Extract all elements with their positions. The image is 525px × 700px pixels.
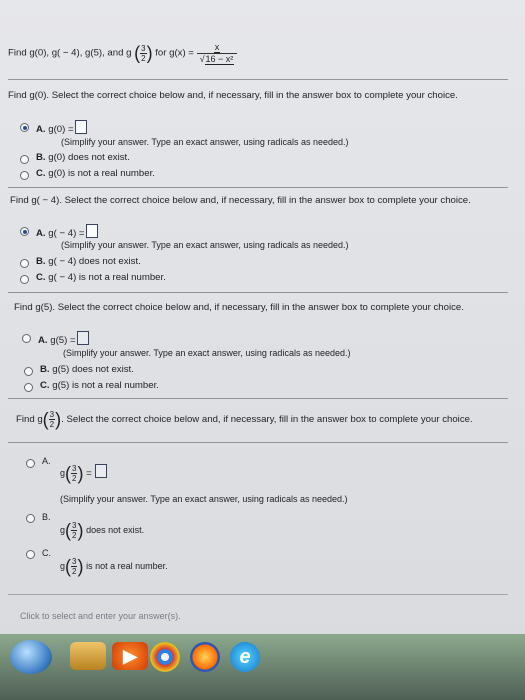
divider [8, 79, 508, 80]
choice-b-radio-g-three-halves[interactable] [26, 514, 35, 523]
choice-a-g-neg4: A. g( − 4) = [36, 224, 98, 239]
answer-box-g-neg4[interactable] [85, 224, 98, 238]
choice-c-g0: C. g(0) is not a real number. [36, 168, 155, 179]
choice-a-radio-g5[interactable] [22, 334, 31, 343]
choice-c-letter-g-three-halves: C. [42, 548, 51, 558]
choice-b-radio-g5[interactable] [24, 367, 33, 376]
divider [8, 594, 508, 595]
choice-a-letter-g-three-halves: A. [42, 456, 51, 466]
choice-b-radio-g-neg4[interactable] [20, 259, 29, 268]
answer-box-g-three-halves[interactable] [95, 464, 108, 479]
choice-a-radio-g-neg4[interactable] [20, 227, 29, 236]
choice-b-radio-g0[interactable] [20, 155, 29, 164]
choice-c-radio-g0[interactable] [20, 171, 29, 180]
choice-a-note-g-three-halves: (Simplify your answer. Type an exact ans… [60, 494, 348, 504]
choice-c-radio-g5[interactable] [24, 383, 33, 392]
choice-a-g0: A. g(0) = [36, 120, 87, 135]
choice-b-g5: B. g(5) does not exist. [40, 364, 134, 375]
choice-a-note-g-neg4: (Simplify your answer. Type an exact ans… [61, 240, 349, 250]
divider [8, 292, 508, 293]
divider [8, 398, 508, 399]
choice-b-g0: B. g(0) does not exist. [36, 152, 130, 163]
choice-c-g-neg4: C. g( − 4) is not a real number. [36, 272, 166, 283]
prompt-g0: Find g(0). Select the correct choice bel… [8, 90, 458, 101]
start-button[interactable] [10, 640, 52, 674]
footer-hint: Click to select and enter your answer(s)… [20, 611, 181, 621]
answer-box-g5[interactable] [76, 331, 89, 345]
internet-explorer-icon[interactable] [230, 642, 260, 672]
choice-b-g-three-halves: g(3 2) does not exist. [60, 520, 145, 541]
choice-a-note-g5: (Simplify your answer. Type an exact ans… [63, 348, 351, 358]
media-player-icon[interactable]: ▶ [112, 642, 148, 670]
choice-a-radio-g-three-halves[interactable] [26, 459, 35, 468]
question-content: Find g(0), g( − 4), g(5), and g (3 2) for… [8, 34, 513, 634]
choice-c-g-three-halves: g(3 2) is not a real number. [60, 556, 168, 577]
question-screen: Find g(0), g( − 4), g(5), and g (3 2) for… [0, 0, 525, 700]
choice-a-g-three-halves: g(3 2) = [60, 464, 108, 483]
choice-a-note-g0: (Simplify your answer. Type an exact ans… [61, 137, 349, 147]
choice-a-radio-g0[interactable] [20, 123, 29, 132]
folder-icon[interactable] [70, 642, 106, 670]
prompt-g-neg4: Find g( − 4). Select the correct choice … [10, 195, 471, 206]
divider [8, 442, 508, 443]
choice-c-radio-g-three-halves[interactable] [26, 550, 35, 559]
prompt-g-three-halves: Find g(3 2). Select the correct choice be… [16, 409, 473, 430]
chrome-icon[interactable] [150, 642, 180, 672]
choice-b-letter-g-three-halves: B. [42, 512, 51, 522]
choice-c-g5: C. g(5) is not a real number. [40, 380, 159, 391]
firefox-icon[interactable] [190, 642, 220, 672]
prompt-g5: Find g(5). Select the correct choice bel… [14, 302, 464, 313]
divider [8, 187, 508, 188]
question-title: Find g(0), g( − 4), g(5), and g (3 2) for… [8, 42, 238, 65]
answer-box-g0[interactable] [74, 120, 87, 134]
choice-c-radio-g-neg4[interactable] [20, 275, 29, 284]
choice-a-g5: A. g(5) = [38, 331, 89, 346]
function-fraction: x √16 − x² [196, 42, 238, 65]
choice-b-g-neg4: B. g( − 4) does not exist. [36, 256, 141, 267]
